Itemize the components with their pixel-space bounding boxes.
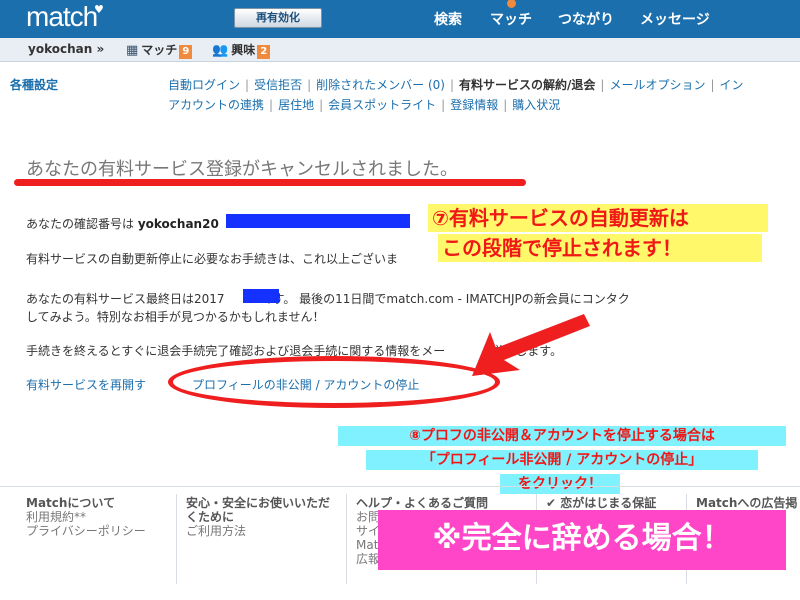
red-arrow-shape xyxy=(472,314,590,376)
pink-annotation: ※完全に辞める場合！ xyxy=(378,510,786,570)
footer-divider xyxy=(0,486,800,487)
note-8-line-3: をクリック！ xyxy=(500,474,620,494)
note-7-line-2: この段階で停止されます！ xyxy=(438,234,762,262)
footer-guarantee: ✔ 恋がはじまる保証 xyxy=(546,496,657,510)
footer-howto-link[interactable]: ご利用方法 xyxy=(186,524,336,538)
footer-privacy-link[interactable]: プライバシーポリシー xyxy=(26,524,146,538)
note-8-line-2: 「プロフィール非公開 / アカウントの停止」 xyxy=(366,450,758,470)
check-icon: ✔ xyxy=(546,496,561,510)
footer-about: Matchについて 利用規約** プライバシーポリシー xyxy=(26,496,146,538)
note-8-line-1: ⑧プロフの非公開＆アカウントを停止する場合は xyxy=(338,426,786,446)
footer-safety: 安心・安全にお使いいただくために ご利用方法 xyxy=(186,496,336,538)
note-7-line-1: ⑦有料サービスの自動更新は xyxy=(428,204,768,232)
footer-terms-link[interactable]: 利用規約** xyxy=(26,510,146,524)
